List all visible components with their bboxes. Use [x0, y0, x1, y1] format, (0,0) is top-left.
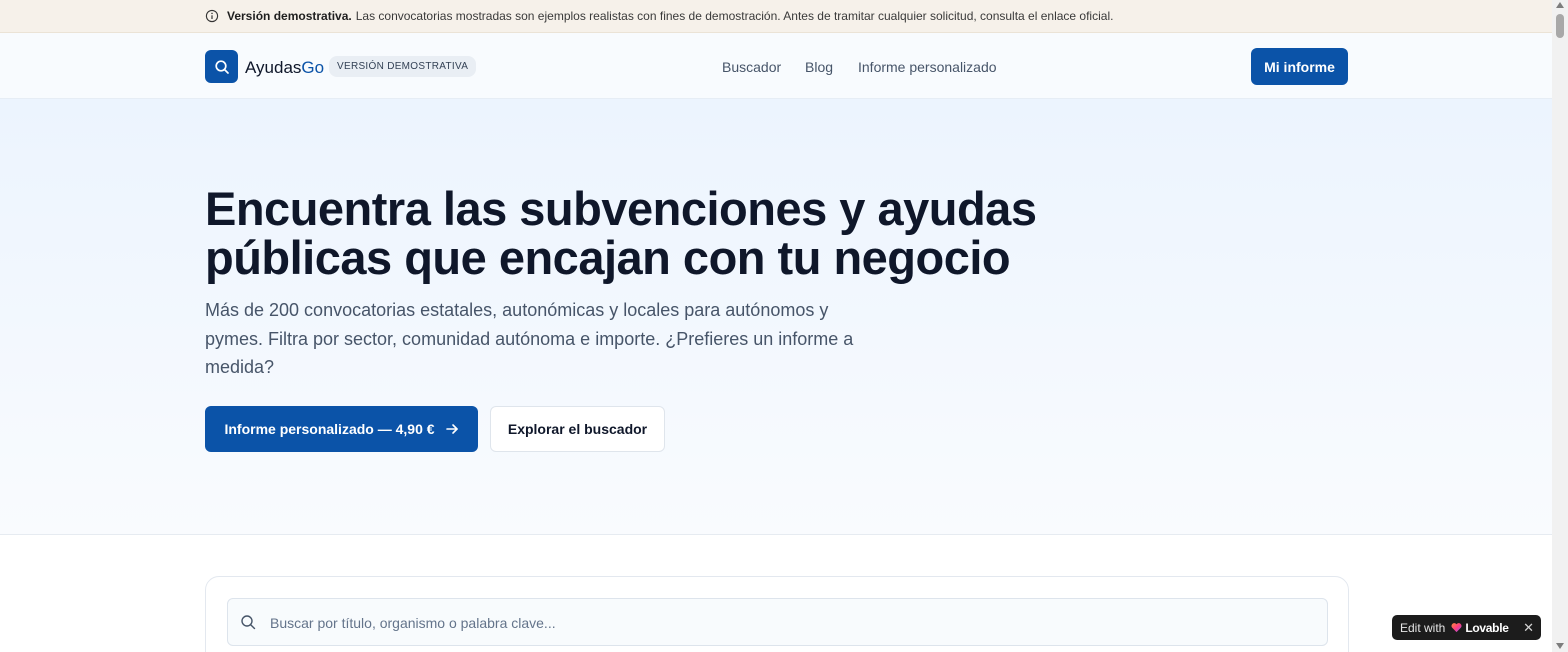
search-input[interactable] [268, 599, 1312, 647]
search-card [205, 576, 1349, 652]
page: Versión demostrativa. Las convocatorias … [0, 0, 1552, 652]
arrow-right-icon [445, 422, 459, 436]
brand-main: Ayudas [245, 58, 302, 77]
search-icon [240, 614, 256, 630]
demo-version-badge: VERSIÓN DEMOSTRATIVA [329, 56, 477, 77]
brand-name[interactable]: AyudasGo [245, 58, 324, 78]
info-icon [205, 9, 219, 23]
hero-subtitle: Más de 200 convocatorias estatales, auto… [205, 300, 854, 377]
nav-informe-personalizado[interactable]: Informe personalizado [858, 59, 997, 75]
scroll-thumb[interactable] [1556, 14, 1564, 38]
lovable-heart-icon [1451, 622, 1462, 633]
scrollbar[interactable] [1552, 0, 1568, 652]
brand-accent: Go [301, 58, 325, 77]
nav-blog[interactable]: Blog [805, 59, 833, 75]
lovable-brand: Lovable [1465, 620, 1509, 635]
close-icon[interactable]: ✕ [1523, 620, 1534, 636]
informe-personalizado-label: Informe personalizado — 4,90 € [224, 421, 435, 437]
banner-text: Las convocatorias mostradas son ejemplos… [355, 9, 1114, 23]
hero-title: Encuentra las subvenciones y ayudas públ… [205, 182, 1037, 284]
demo-banner: Versión demostrativa. Las convocatorias … [0, 0, 1552, 33]
scroll-down-arrow-icon[interactable] [1556, 643, 1564, 649]
nav-buscador[interactable]: Buscador [722, 59, 781, 75]
hero-section: Encuentra las subvenciones y ayudas públ… [0, 99, 1552, 535]
search-box[interactable] [227, 598, 1328, 647]
banner-content: Versión demostrativa. Las convocatorias … [205, 9, 1113, 23]
banner-strong-text: Versión demostrativa. [227, 9, 352, 23]
scroll-up-arrow-icon[interactable] [1556, 2, 1564, 8]
edit-with-label: Edit with [1400, 620, 1446, 635]
edit-with-lovable-badge[interactable]: Edit with Lovable ✕ [1392, 615, 1541, 640]
site-header: AyudasGo VERSIÓN DEMOSTRATIVA Buscador B… [0, 33, 1552, 99]
explorar-buscador-button[interactable]: Explorar el buscador [490, 406, 665, 452]
informe-personalizado-button[interactable]: Informe personalizado — 4,90 € [205, 406, 478, 452]
mi-informe-button[interactable]: Mi informe [1251, 48, 1348, 85]
logo-search-icon[interactable] [205, 50, 238, 83]
